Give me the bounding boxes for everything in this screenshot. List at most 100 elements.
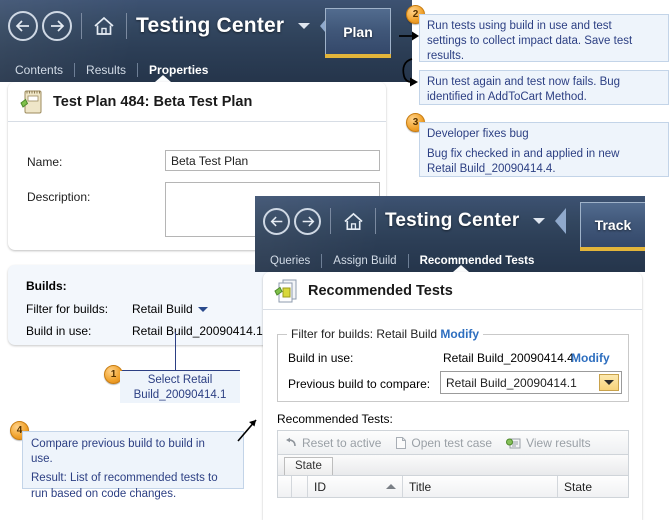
tab-assign-build[interactable]: Assign Build — [322, 255, 407, 267]
sort-ascending-icon — [386, 484, 396, 489]
callout-1-connector-vertical — [175, 332, 176, 371]
name-field[interactable]: Beta Test Plan — [165, 150, 380, 171]
activity-tab-track[interactable]: Track — [580, 202, 645, 247]
grid-col-selector — [278, 476, 292, 497]
callout-3-line-2: Bug fix checked in and applied in new — [427, 148, 620, 161]
name-label: Name: — [27, 155, 63, 169]
grid-col-title[interactable]: Title — [403, 476, 558, 497]
track-build-in-use-value: Retail Build_20090414.4 — [443, 351, 574, 365]
callout-2b-line-2: identified in AddToCart Method. — [427, 91, 587, 104]
track-chevron-left-icon[interactable] — [555, 208, 567, 234]
track-window: Testing Center Track Queries Assign Buil… — [255, 196, 645, 520]
track-selected-tab-notch — [453, 265, 469, 272]
toolbar-open-test-case[interactable]: Open test case — [395, 436, 500, 450]
plan-window-title: Testing Center — [136, 14, 285, 37]
selected-tab-notch — [155, 75, 171, 82]
toolbar-reset-to-active[interactable]: Reset to active — [284, 436, 389, 450]
forward-arrow-icon — [51, 20, 65, 32]
callout-3-line-3: Retail Build_20090414.4. — [427, 163, 556, 176]
grid-col-title-label: Title — [409, 479, 432, 494]
track-nav-divider — [330, 208, 331, 234]
callout-4-line-2: use. — [31, 453, 53, 466]
nav-divider-2 — [126, 13, 127, 39]
track-chevron-down-icon[interactable] — [533, 218, 546, 224]
track-home-button[interactable] — [340, 208, 366, 234]
chevron-down-icon[interactable] — [298, 23, 311, 29]
callout-2: Run tests using build in use and test se… — [419, 14, 669, 62]
callout-2-line-3: results. — [427, 50, 465, 63]
tab-contents[interactable]: Contents — [4, 63, 74, 77]
previous-build-value: Retail Build_20090414.1 — [446, 375, 577, 390]
track-window-title: Testing Center — [385, 210, 520, 231]
back-button[interactable] — [8, 11, 38, 41]
callout-2b-curved-arrow — [402, 58, 418, 87]
nav-divider — [81, 13, 82, 39]
results-grid-header: ID Title State — [277, 476, 629, 498]
description-label: Description: — [27, 190, 91, 204]
forward-arrow-icon — [302, 216, 314, 226]
previous-build-combo[interactable]: Retail Build_20090414.1 — [440, 371, 622, 394]
build-in-use-value: Retail Build_20090414.1 — [132, 324, 263, 338]
track-card-title: Recommended Tests — [308, 282, 453, 299]
filter-for-builds-value[interactable]: Retail Build — [132, 302, 193, 316]
grid-col-state-label: State — [564, 479, 593, 494]
toolbar-reset-label: Reset to active — [302, 435, 382, 450]
forward-button[interactable] — [42, 11, 72, 41]
track-nav-divider-2 — [375, 208, 376, 234]
callout-2-line-1: Run tests using build in use and test — [427, 20, 612, 32]
filter-dropdown-icon[interactable] — [198, 307, 208, 312]
toolbar-view-results[interactable]: View results — [506, 436, 598, 450]
build-in-use-modify-link[interactable]: Modify — [571, 351, 610, 365]
filter-group-title: Filter for builds: Retail Build Modify — [287, 327, 484, 341]
callout-2-arrow — [399, 31, 419, 41]
callout-2-line-2: settings to collect impact data. Save te… — [427, 35, 633, 48]
chevron-down-icon — [604, 380, 614, 385]
grid-col-id-label: ID — [314, 479, 326, 494]
filter-modify-link[interactable]: Modify — [440, 327, 479, 341]
tab-recommended-tests[interactable]: Recommended Tests — [409, 255, 546, 267]
track-forward-button[interactable] — [294, 207, 321, 235]
recommended-tests-list-label: Recommended Tests: — [277, 412, 393, 426]
grid-col-icon — [292, 476, 308, 497]
tab-results[interactable]: Results — [75, 63, 137, 77]
document-icon — [396, 436, 407, 449]
callout-2b: Run test again and test now fails. Bug i… — [419, 70, 669, 105]
callout-badge-2-number: 2 — [412, 9, 419, 20]
track-tabs: Queries Assign Build Recommended Tests — [255, 250, 645, 272]
filter-group-title-text: Filter for builds: Retail Build — [291, 327, 438, 341]
view-results-icon — [506, 438, 521, 448]
activity-tab-plan-label: Plan — [343, 23, 373, 40]
callout-4-line-4: run based on code changes. — [31, 487, 177, 500]
callout-1: Select Retail Build_20090414.1 — [120, 371, 240, 403]
tab-queries[interactable]: Queries — [259, 255, 321, 267]
activity-tab-track-label: Track — [594, 217, 632, 233]
home-button[interactable] — [91, 13, 117, 39]
callout-4-line-1: Compare previous build to build in — [31, 438, 205, 450]
filter-for-builds-group: Filter for builds: Retail Build Modify B… — [277, 327, 629, 402]
toolbar-open-label: Open test case — [411, 435, 493, 450]
builds-panel: Builds: Filter for builds: Retail Build … — [8, 265, 286, 345]
recommended-tests-card: Recommended Tests Filter for builds: Ret… — [263, 272, 642, 520]
recommended-tests-toolbar: Reset to active Open test case View resu… — [277, 430, 629, 455]
home-icon — [94, 16, 114, 35]
callout-2b-line-1: Run test again and test now fails. Bug — [427, 76, 621, 88]
previous-build-label: Previous build to compare: — [288, 377, 431, 391]
track-card-header: Recommended Tests — [263, 272, 642, 310]
track-back-button[interactable] — [263, 207, 290, 235]
callout-3-line-1: Developer fixes bug — [427, 128, 529, 140]
activity-tab-plan[interactable]: Plan — [325, 8, 391, 54]
grid-col-id[interactable]: ID — [308, 476, 403, 497]
callout-1-line-1: Select Retail — [147, 374, 213, 386]
test-plan-icon — [20, 90, 42, 113]
callout-badge-1-number: 1 — [110, 369, 117, 380]
home-icon — [343, 212, 363, 230]
group-chip-state[interactable]: State — [284, 457, 333, 475]
group-by-bar[interactable]: State — [277, 455, 629, 476]
grid-col-state[interactable]: State — [558, 476, 628, 497]
previous-build-dropdown-button[interactable] — [599, 374, 619, 391]
back-arrow-icon — [270, 216, 282, 226]
callout-3: Developer fixes bug Bug fix checked in a… — [419, 122, 669, 177]
callout-4-line-3: Result: List of recommended tests to — [31, 472, 218, 485]
tab-properties[interactable]: Properties — [138, 63, 219, 77]
callout-badge-3-number: 3 — [412, 117, 419, 128]
